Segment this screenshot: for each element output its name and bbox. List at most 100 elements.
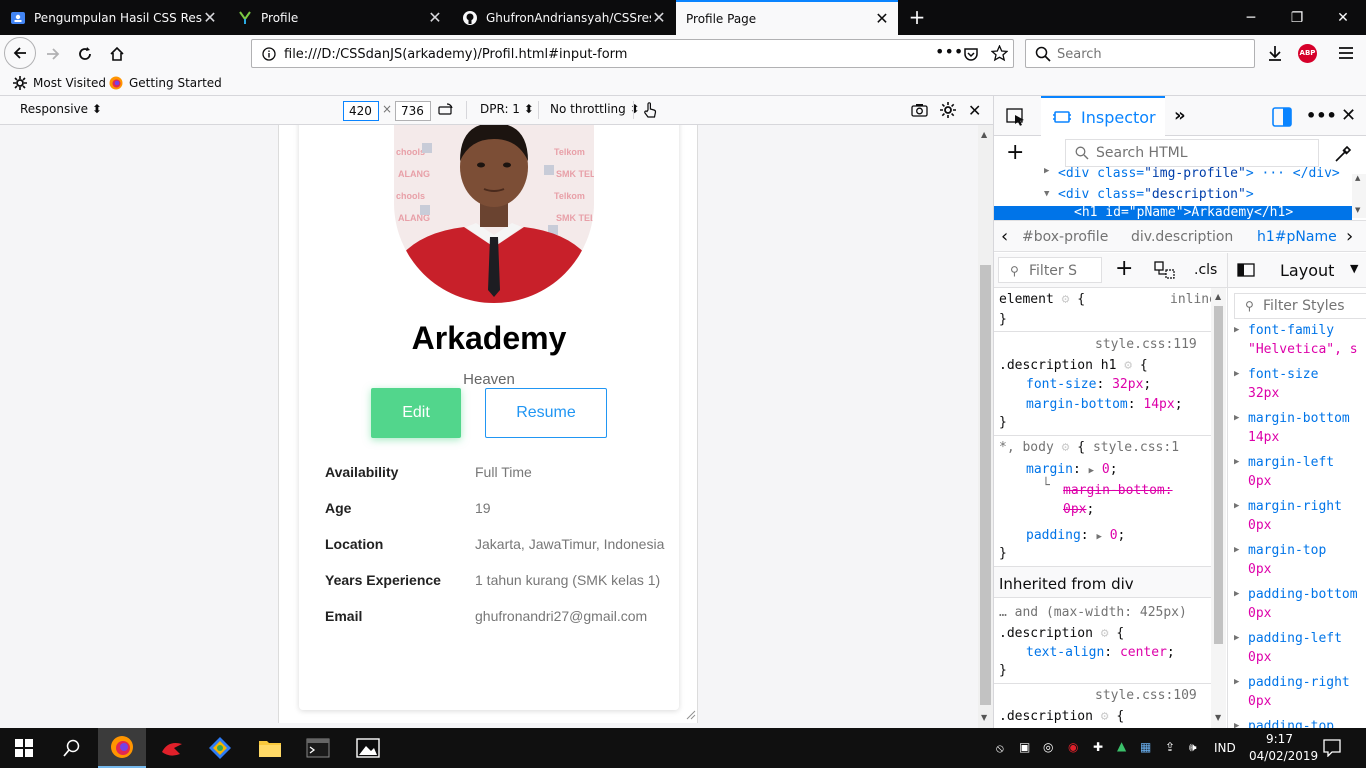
scrollbar-thumb[interactable] — [980, 265, 991, 705]
breadcrumb-item[interactable]: h1#pName — [1257, 229, 1337, 245]
markup-node-h1-selected[interactable]: <h1 id="pName">Arkademy</h1> — [994, 206, 1352, 220]
filter-styles-input[interactable]: ⚲ Filter S — [998, 257, 1102, 283]
viewport-width-input[interactable]: 420 — [343, 101, 379, 121]
tray-icon[interactable]: ◉ — [1068, 740, 1078, 754]
cls-toggle[interactable]: .cls — [1194, 262, 1217, 278]
toggle-pseudo-class-icon[interactable] — [1154, 261, 1176, 279]
restore-button[interactable]: ❐ — [1274, 0, 1320, 35]
search-bar[interactable]: Search — [1025, 39, 1255, 68]
expand-arrow-icon[interactable]: ▶ — [1234, 457, 1239, 467]
info-icon[interactable] — [262, 47, 276, 61]
download-icon[interactable] — [1266, 44, 1284, 62]
screenshot-icon[interactable] — [911, 103, 928, 117]
taskbar-app-red[interactable] — [148, 728, 196, 768]
search-taskbar-button[interactable] — [48, 728, 96, 768]
expand-arrow-icon[interactable]: ▶ — [1234, 501, 1239, 511]
markup-node-img-profile[interactable]: ▶ <div class="img-profile"> ··· </div> — [994, 166, 1352, 188]
tray-icon[interactable]: ▲ — [1117, 739, 1126, 753]
taskbar-terminal[interactable] — [294, 728, 342, 768]
expand-arrow-icon[interactable]: ▶ — [1234, 721, 1239, 728]
volume-icon[interactable]: 🕪 — [1189, 740, 1197, 755]
close-window-button[interactable]: ✕ — [1320, 0, 1366, 35]
resume-button[interactable]: Resume — [485, 388, 607, 438]
filter-styles-input[interactable]: ⚲ Filter Styles — [1234, 293, 1366, 319]
expand-arrow-icon[interactable]: ▶ — [1234, 545, 1239, 555]
forward-button[interactable] — [38, 39, 68, 69]
tab-github[interactable]: GhufronAndriansyah/CSSrespo ✕ — [452, 0, 675, 35]
tab-profile-page[interactable]: Profile Page ✕ — [676, 0, 898, 35]
search-html-input[interactable]: Search HTML — [1065, 139, 1319, 167]
close-tab-icon[interactable]: ✕ — [202, 9, 218, 26]
tray-icon[interactable]: ◎ — [1043, 740, 1053, 754]
close-devtools-icon[interactable]: ✕ — [1341, 105, 1356, 126]
start-button[interactable] — [0, 728, 48, 768]
url-bar[interactable]: file:///D:/CSSdanJS(arkademy)/Profil.htm… — [251, 39, 1014, 68]
expand-arrow-icon[interactable]: ▶ — [1234, 369, 1239, 379]
tab-profile[interactable]: Profile ✕ — [227, 0, 451, 35]
taskbar-photos[interactable] — [344, 728, 392, 768]
close-tab-icon[interactable]: ✕ — [874, 10, 890, 27]
home-button[interactable] — [102, 39, 132, 69]
devtools-menu-icon[interactable]: ••• — [1306, 106, 1337, 125]
bookmark-star-icon[interactable] — [991, 45, 1008, 62]
breadcrumb-item[interactable]: #box-profile — [1022, 229, 1108, 245]
breadcrumb-left-icon[interactable]: ‹ — [1001, 226, 1008, 247]
markup-node-description[interactable]: ▼ <div class="description"> — [994, 187, 1352, 207]
back-button[interactable] — [4, 37, 36, 69]
hamburger-menu-icon[interactable] — [1338, 45, 1354, 61]
throttling-selector[interactable]: No throttling ⬍ — [550, 102, 640, 116]
scroll-up-icon[interactable]: ▲ — [981, 130, 987, 139]
rule-source-link[interactable]: style.css:109 — [1095, 688, 1197, 703]
close-tab-icon[interactable]: ✕ — [427, 9, 443, 26]
bookmark-getting-started[interactable]: Getting Started — [109, 76, 222, 90]
taskbar-firefox[interactable] — [98, 728, 146, 768]
tray-icon[interactable]: ▦ — [1140, 740, 1151, 754]
rule-source-link[interactable]: style.css:119 — [1095, 337, 1197, 352]
breadcrumb-item[interactable]: div.description — [1131, 229, 1233, 245]
edit-button[interactable]: Edit — [371, 388, 461, 438]
tray-icon[interactable]: ▣ — [1019, 740, 1030, 754]
scroll-down-icon[interactable]: ▼ — [981, 713, 987, 722]
reload-button[interactable] — [70, 39, 100, 69]
close-rdm-icon[interactable]: ✕ — [968, 101, 981, 120]
taskbar-file-explorer[interactable] — [246, 728, 294, 768]
tab-inspector[interactable]: Inspector — [1041, 96, 1165, 136]
viewport-height-input[interactable]: 736 — [395, 101, 431, 121]
adblock-plus-button[interactable]: ABP — [1298, 44, 1317, 63]
pocket-icon[interactable] — [963, 46, 979, 62]
dock-side-icon[interactable] — [1272, 107, 1292, 127]
eyedropper-icon[interactable] — [1333, 144, 1353, 164]
chevron-down-icon[interactable]: ▼ — [1350, 262, 1358, 275]
expand-arrow-icon[interactable]: ▶ — [1234, 413, 1239, 423]
taskbar-sourcetree[interactable] — [196, 728, 244, 768]
rules-scrollbar[interactable]: ▲ ▼ — [1211, 288, 1226, 728]
network-icon[interactable]: ⦸ — [996, 741, 1004, 756]
responsive-viewport[interactable]: chools ALANG chools ALANG Telkom SMK TEL Telk… — [278, 125, 698, 723]
touch-simulation-icon[interactable] — [643, 102, 657, 118]
resize-handle-icon[interactable] — [684, 708, 696, 720]
tab-pengumpulan[interactable]: Pengumpulan Hasil CSS Respo ✕ — [0, 0, 226, 35]
breadcrumb-right-icon[interactable]: › — [1346, 226, 1353, 247]
sidebar-toggle-icon[interactable] — [1237, 263, 1255, 277]
expand-arrow-icon[interactable]: ▶ — [1234, 589, 1239, 599]
add-rule-icon[interactable]: + — [1115, 256, 1133, 281]
rotate-icon[interactable] — [438, 103, 454, 117]
language-indicator[interactable]: IND — [1214, 741, 1236, 755]
notification-center-icon[interactable] — [1323, 739, 1341, 757]
device-selector[interactable]: Responsive ⬍ — [20, 102, 102, 116]
page-actions-icon[interactable]: ••• — [935, 42, 963, 61]
minimize-button[interactable]: ─ — [1228, 0, 1274, 35]
page-scrollbar[interactable]: ▲ ▼ — [978, 125, 993, 728]
element-picker-icon[interactable] — [1006, 108, 1026, 126]
settings-gear-icon[interactable] — [940, 102, 956, 118]
bookmark-most-visited[interactable]: Most Visited — [13, 76, 106, 90]
clock-time[interactable]: 9:17 — [1266, 732, 1293, 746]
tray-icon[interactable]: ✚ — [1093, 740, 1103, 754]
dpr-selector[interactable]: DPR: 1 ⬍ — [480, 102, 534, 116]
add-node-icon[interactable]: + — [1006, 142, 1024, 164]
clock-date[interactable]: 04/02/2019 — [1249, 749, 1318, 763]
close-tab-icon[interactable]: ✕ — [651, 9, 667, 26]
new-tab-button[interactable]: + — [905, 5, 929, 29]
tray-icon[interactable]: ⇪ — [1165, 740, 1175, 754]
expand-arrow-icon[interactable]: ▶ — [1234, 677, 1239, 687]
